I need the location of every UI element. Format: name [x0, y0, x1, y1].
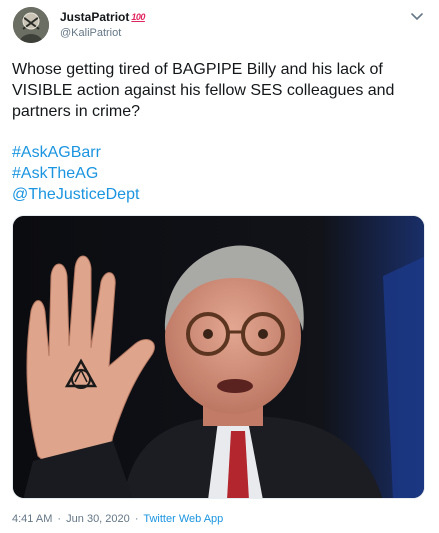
- mention-link-thejusticedept[interactable]: @TheJusticeDept: [12, 184, 427, 205]
- tweet-header: JustaPatriot 100 @KaliPatriot: [12, 6, 427, 54]
- tweet-photo[interactable]: [12, 215, 425, 499]
- photo-illustration: [13, 216, 424, 498]
- meta-separator: ·: [134, 513, 139, 525]
- handle[interactable]: @KaliPatriot: [60, 27, 145, 39]
- tweet-source-link[interactable]: Twitter Web App: [143, 513, 223, 525]
- tweet-meta: 4:41 AM · Jun 30, 2020 · Twitter Web App: [12, 513, 223, 525]
- display-name[interactable]: JustaPatriot: [60, 10, 129, 24]
- tweet-links: #AskAGBarr #AskTheAG @TheJusticeDept: [12, 142, 427, 205]
- meta-separator: ·: [57, 513, 62, 525]
- hundred-points-icon: 100: [131, 11, 145, 22]
- display-name-row[interactable]: JustaPatriot 100: [60, 10, 145, 24]
- author-names: JustaPatriot 100 @KaliPatriot: [60, 10, 145, 39]
- hashtag-link-asktheag[interactable]: #AskTheAG: [12, 163, 427, 184]
- tweet-time[interactable]: 4:41 AM: [12, 513, 52, 525]
- hashtag-link-askagbarr[interactable]: #AskAGBarr: [12, 142, 427, 163]
- tweet-date[interactable]: Jun 30, 2020: [66, 513, 130, 525]
- chevron-down-icon[interactable]: [410, 12, 424, 22]
- tweet-text: Whose getting tired of BAGPIPE Billy and…: [12, 61, 395, 120]
- avatar[interactable]: [13, 7, 49, 43]
